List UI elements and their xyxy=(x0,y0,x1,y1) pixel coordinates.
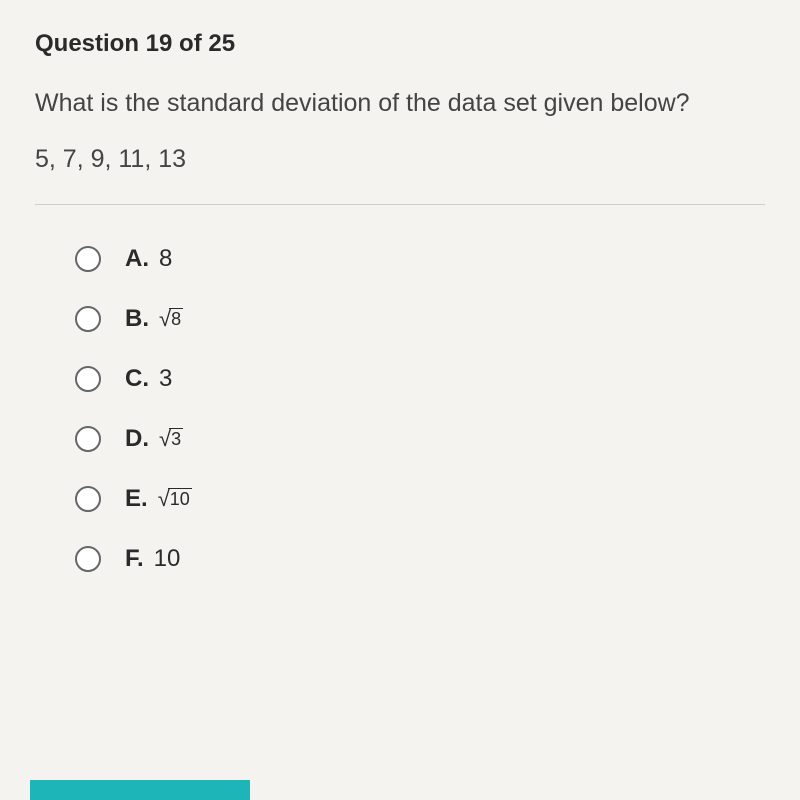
radio-icon[interactable] xyxy=(75,426,101,452)
radio-icon[interactable] xyxy=(75,486,101,512)
option-letter: B. xyxy=(125,305,149,333)
option-letter: A. xyxy=(125,245,149,273)
option-e[interactable]: E. √ 10 xyxy=(75,485,765,513)
sqrt-value: 10 xyxy=(168,488,192,511)
option-b[interactable]: B. √ 8 xyxy=(75,305,765,333)
option-value: 10 xyxy=(154,545,181,573)
option-letter: E. xyxy=(125,485,148,513)
radio-icon[interactable] xyxy=(75,366,101,392)
question-prompt: What is the standard deviation of the da… xyxy=(35,86,765,121)
radio-icon[interactable] xyxy=(75,246,101,272)
sqrt-value: 8 xyxy=(169,308,183,331)
data-set: 5, 7, 9, 11, 13 xyxy=(35,145,765,174)
sqrt-value: 3 xyxy=(169,428,183,451)
option-value: √ 8 xyxy=(159,305,183,333)
radio-icon[interactable] xyxy=(75,546,101,572)
option-a[interactable]: A. 8 xyxy=(75,245,765,273)
option-value: 3 xyxy=(159,365,172,393)
option-letter: C. xyxy=(125,365,149,393)
option-letter: D. xyxy=(125,425,149,453)
options-list: A. 8 B. √ 8 C. 3 D. √ 3 E. √ xyxy=(35,245,765,573)
submit-button[interactable] xyxy=(30,780,250,800)
divider xyxy=(35,204,765,205)
radio-icon[interactable] xyxy=(75,306,101,332)
question-number: Question 19 of 25 xyxy=(35,30,765,58)
option-value: √ 3 xyxy=(159,425,183,453)
option-value: √ 10 xyxy=(158,485,192,513)
option-f[interactable]: F. 10 xyxy=(75,545,765,573)
option-c[interactable]: C. 3 xyxy=(75,365,765,393)
option-letter: F. xyxy=(125,545,144,573)
option-d[interactable]: D. √ 3 xyxy=(75,425,765,453)
option-value: 8 xyxy=(159,245,172,273)
